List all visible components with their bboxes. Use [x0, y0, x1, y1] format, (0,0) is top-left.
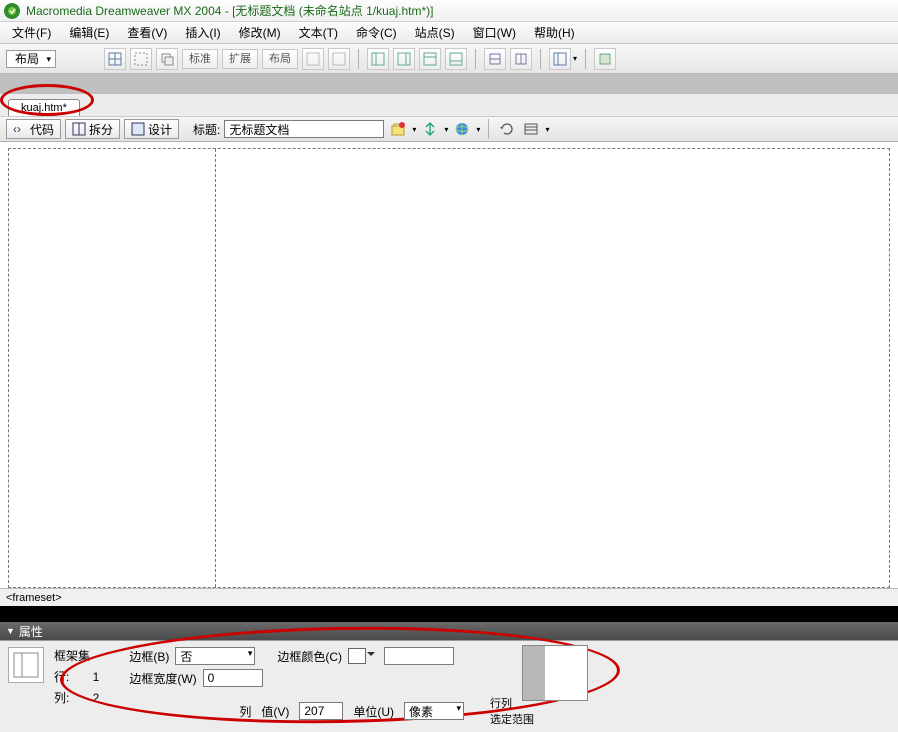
properties-panel-body: 框架集 行: 1 列: 2 边框(B) 边框颜色(C) 边框宽度(W) 列 值(…: [0, 640, 898, 732]
frame-left[interactable]: [9, 149, 216, 587]
file-management-icon[interactable]: [420, 119, 440, 139]
code-view-label: 代码: [30, 121, 54, 138]
unit-dropdown[interactable]: [404, 702, 464, 720]
view-options-icon[interactable]: [521, 119, 541, 139]
design-view-button[interactable]: 设计: [124, 119, 179, 139]
panel-divider: [0, 606, 898, 622]
cols-label: 列:: [54, 689, 69, 706]
design-canvas-area: [0, 142, 898, 588]
preview-column: [545, 646, 587, 700]
layer-icon[interactable]: [156, 48, 178, 70]
menu-commands[interactable]: 命令(C): [348, 22, 405, 43]
design-view-label: 设计: [148, 121, 172, 138]
frameset-preview[interactable]: [522, 645, 588, 701]
insert-toolbar: 布局 标准 扩展 布局 ▾: [0, 44, 898, 74]
value-input[interactable]: [299, 702, 343, 720]
frameset-canvas[interactable]: [8, 148, 890, 588]
code-view-button[interactable]: ‹› 代码: [6, 119, 61, 139]
rows-label: 行:: [54, 668, 69, 685]
menu-file[interactable]: 文件(F): [4, 22, 59, 43]
menu-modify[interactable]: 修改(M): [231, 22, 289, 43]
borderwidth-input[interactable]: [203, 669, 263, 687]
menu-help[interactable]: 帮助(H): [526, 22, 583, 43]
design-icon: [131, 122, 145, 136]
tabular2-icon[interactable]: [510, 48, 532, 70]
table-icon[interactable]: [104, 48, 126, 70]
col-label: 列: [239, 703, 251, 720]
misc-icon[interactable]: [594, 48, 616, 70]
cols-value: 2: [79, 691, 99, 705]
properties-panel-title: 属性: [19, 623, 43, 640]
document-toolbar: ‹› 代码 拆分 设计 标题: ▾ ▾ ▾ ▾: [0, 116, 898, 142]
frame-bottom-icon[interactable]: [445, 48, 467, 70]
frame-right-icon[interactable]: [393, 48, 415, 70]
border-label: 边框(B): [129, 648, 169, 665]
mode-layout-button[interactable]: 布局: [262, 49, 298, 69]
split-view-button[interactable]: 拆分: [65, 119, 120, 139]
rows-value: 1: [79, 670, 99, 684]
preview-selected-column: [523, 646, 545, 700]
separator-icon: [488, 119, 489, 139]
app-icon: [4, 3, 20, 19]
menu-window[interactable]: 窗口(W): [465, 22, 524, 43]
preview-browser-icon[interactable]: [452, 119, 472, 139]
no-browser-check-icon[interactable]: [388, 119, 408, 139]
frameset-icon: [8, 647, 44, 683]
refresh-icon[interactable]: [497, 119, 517, 139]
menu-edit[interactable]: 编辑(E): [61, 22, 117, 43]
document-tab[interactable]: kuaj.htm*: [8, 99, 80, 116]
properties-panel-header[interactable]: ▼ 属性: [0, 622, 898, 640]
mode-extended-button[interactable]: 扩展: [222, 49, 258, 69]
menu-view[interactable]: 查看(V): [119, 22, 175, 43]
document-tab-row: kuaj.htm*: [0, 94, 898, 116]
mode-standard-button[interactable]: 标准: [182, 49, 218, 69]
frame-right[interactable]: [216, 149, 889, 587]
bordercolor-well[interactable]: [348, 648, 366, 664]
value-label: 值(V): [261, 703, 289, 720]
menu-site[interactable]: 站点(S): [407, 22, 463, 43]
separator-icon: [475, 49, 476, 69]
tag-selector[interactable]: <frameset>: [0, 588, 898, 606]
frameset-label: 框架集: [54, 647, 90, 664]
svg-text:‹›: ‹›: [13, 122, 21, 136]
title-input[interactable]: [224, 120, 384, 138]
layout-table-icon[interactable]: [328, 48, 350, 70]
frame-top-icon[interactable]: [419, 48, 441, 70]
window-title: Macromedia Dreamweaver MX 2004 - [无标题文档 …: [26, 2, 433, 19]
borderwidth-label: 边框宽度(W): [129, 670, 196, 687]
div-icon[interactable]: [130, 48, 152, 70]
layout-cell-icon[interactable]: [302, 48, 324, 70]
bordercolor-label: 边框颜色(C): [277, 648, 342, 665]
split-view-label: 拆分: [89, 121, 113, 138]
menu-bar: 文件(F) 编辑(E) 查看(V) 插入(I) 修改(M) 文本(T) 命令(C…: [0, 22, 898, 44]
unit-label: 单位(U): [353, 703, 394, 720]
border-dropdown[interactable]: [175, 647, 255, 665]
toolbar-gap: [0, 74, 898, 94]
separator-icon: [585, 49, 586, 69]
tabular-icon[interactable]: [484, 48, 506, 70]
bordercolor-input[interactable]: [384, 647, 454, 665]
window-titlebar: Macromedia Dreamweaver MX 2004 - [无标题文档 …: [0, 0, 898, 22]
frames-dropdown-icon[interactable]: [549, 48, 571, 70]
selrange-label: 选定范围: [490, 711, 534, 727]
collapse-triangle-icon: ▼: [6, 626, 15, 636]
split-icon: [72, 122, 86, 136]
frame-left-icon[interactable]: [367, 48, 389, 70]
separator-icon: [358, 49, 359, 69]
menu-text[interactable]: 文本(T): [291, 22, 346, 43]
code-icon: ‹›: [13, 122, 27, 136]
menu-insert[interactable]: 插入(I): [177, 22, 228, 43]
title-label: 标题:: [193, 121, 220, 138]
separator-icon: [540, 49, 541, 69]
insert-category-dropdown[interactable]: 布局: [6, 50, 56, 68]
